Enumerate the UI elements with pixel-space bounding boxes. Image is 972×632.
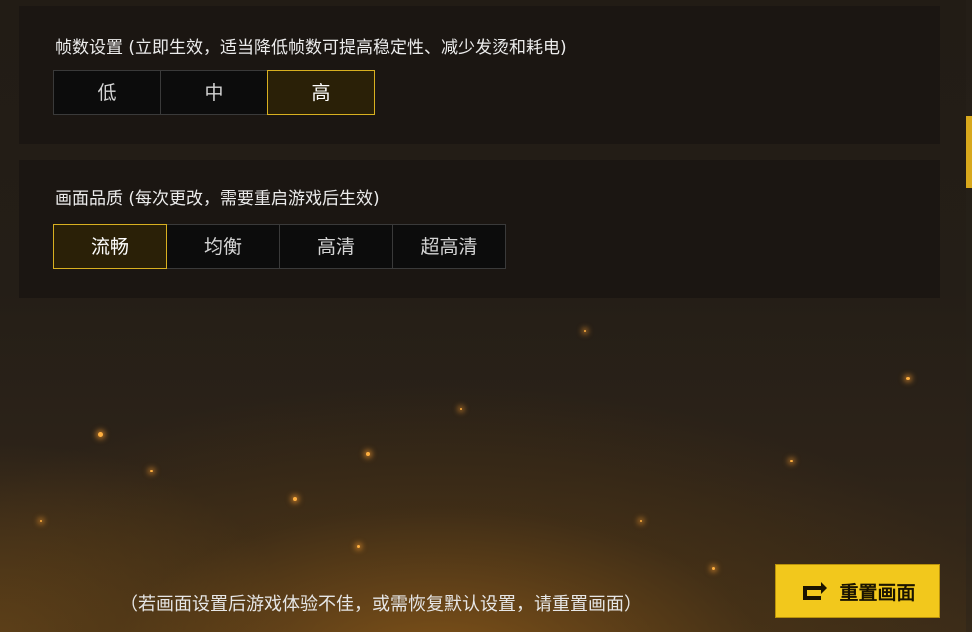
quality-option-hd[interactable]: 高清 bbox=[279, 224, 393, 269]
spark bbox=[366, 452, 370, 456]
frame-rate-panel: 帧数设置 (立即生效，适当降低帧数可提高稳定性、减少发烫和耗电) 低 中 高 bbox=[19, 6, 940, 144]
quality-option-balanced[interactable]: 均衡 bbox=[166, 224, 280, 269]
spark bbox=[640, 520, 642, 522]
quality-option-smooth[interactable]: 流畅 bbox=[53, 224, 167, 269]
spark bbox=[712, 567, 715, 570]
quality-option-ultra-hd[interactable]: 超高清 bbox=[392, 224, 506, 269]
spark bbox=[293, 497, 297, 501]
spark bbox=[906, 377, 910, 380]
spark bbox=[460, 408, 462, 410]
reset-graphics-label: 重置画面 bbox=[839, 581, 916, 604]
frame-rate-option-high[interactable]: 高 bbox=[267, 70, 375, 115]
reset-graphics-button[interactable]: 重置画面 bbox=[775, 564, 940, 618]
graphics-quality-panel: 画面品质 (每次更改，需要重启游戏后生效) 流畅 均衡 高清 超高清 bbox=[19, 160, 940, 298]
spark bbox=[40, 520, 42, 522]
frame-rate-selector: 低 中 高 bbox=[53, 70, 375, 115]
spark bbox=[357, 545, 360, 548]
reset-hint-text: （若画面设置后游戏体验不佳，或需恢复默认设置，请重置画面） bbox=[120, 594, 642, 615]
graphics-quality-title: 画面品质 (每次更改，需要重启游戏后生效) bbox=[55, 189, 380, 209]
spark bbox=[98, 432, 103, 437]
frame-rate-title: 帧数设置 (立即生效，适当降低帧数可提高稳定性、减少发烫和耗电) bbox=[55, 38, 567, 58]
scrollbar-thumb[interactable] bbox=[966, 116, 972, 188]
graphics-quality-selector: 流畅 均衡 高清 超高清 bbox=[53, 224, 506, 269]
scrollbar-track[interactable] bbox=[966, 0, 972, 632]
frame-rate-option-low[interactable]: 低 bbox=[53, 70, 161, 115]
spark bbox=[790, 460, 793, 462]
spark bbox=[150, 470, 153, 472]
reset-arrow-icon bbox=[803, 582, 828, 600]
frame-rate-option-medium[interactable]: 中 bbox=[160, 70, 268, 115]
spark bbox=[584, 330, 586, 332]
